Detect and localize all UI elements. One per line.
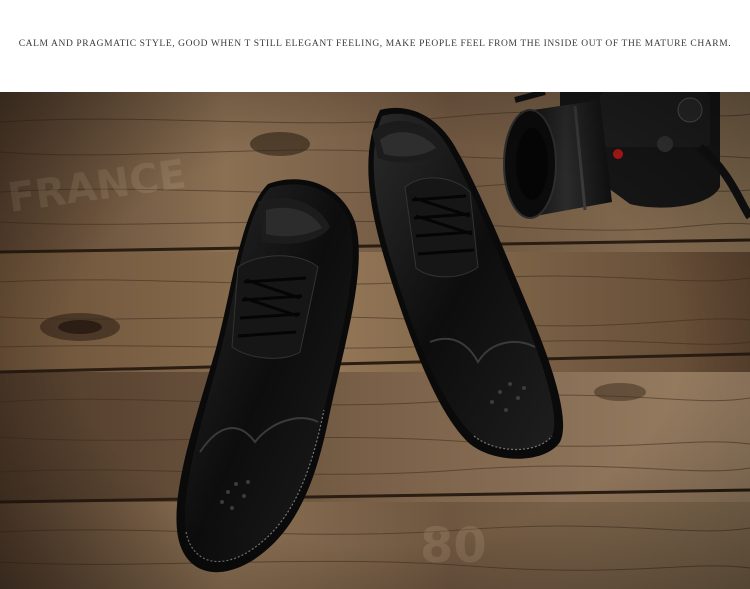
product-photo-illustration: FRANCE 80	[0, 92, 750, 589]
product-photo: FRANCE 80	[0, 92, 750, 589]
tagline-text: CALM AND PRAGMATIC STYLE, GOOD WHEN T ST…	[18, 39, 732, 49]
header-banner: CALM AND PRAGMATIC STYLE, GOOD WHEN T ST…	[0, 0, 750, 92]
